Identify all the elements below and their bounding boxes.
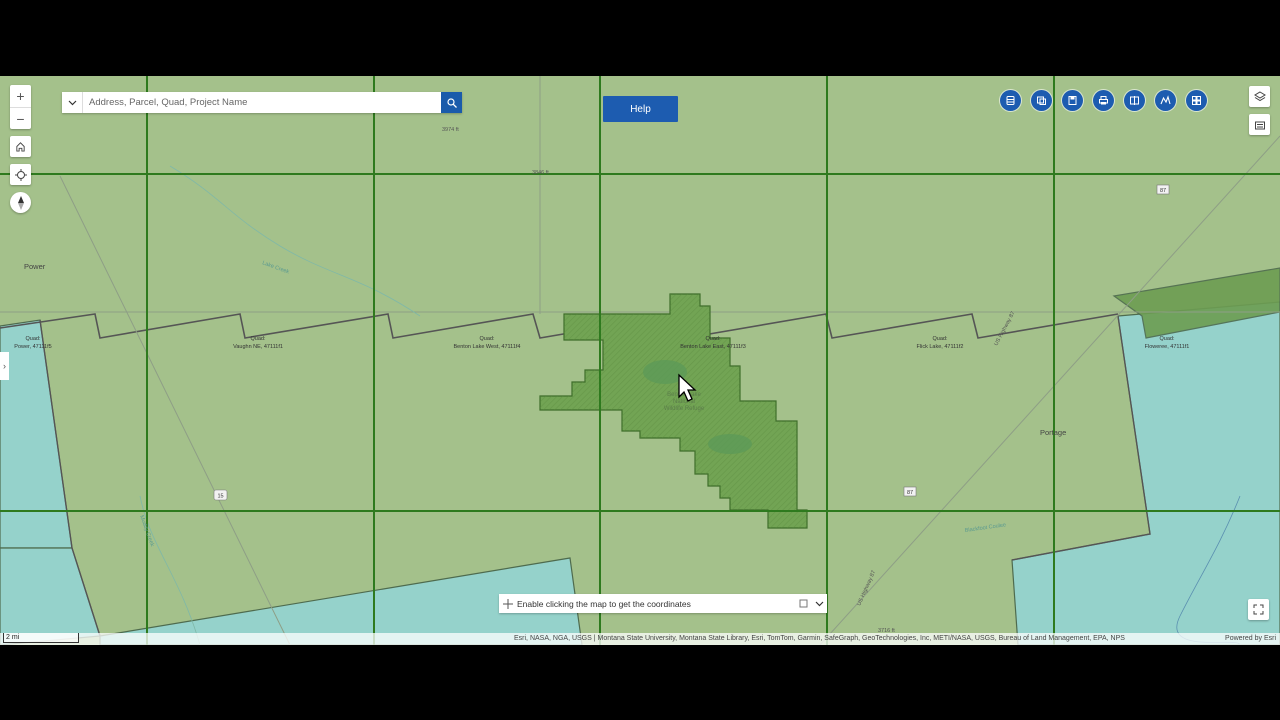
fullscreen-button[interactable] bbox=[1248, 599, 1269, 620]
quad-label-title: Quad: bbox=[26, 336, 41, 342]
place-label-portage: Portage bbox=[1040, 428, 1066, 437]
basemap-gallery-button[interactable] bbox=[1000, 90, 1021, 111]
compass-icon bbox=[17, 195, 24, 210]
coordinates-widget: Enable clicking the map to get the coord… bbox=[499, 594, 827, 613]
swipe-icon bbox=[1130, 96, 1139, 105]
grid-icon bbox=[1192, 96, 1201, 105]
database-icon bbox=[1006, 96, 1015, 105]
quad-label-title: Quad: bbox=[480, 336, 495, 342]
lake-area bbox=[708, 434, 752, 454]
map-canvas[interactable]: Power Portage Quad: Power, 47111f5 Quad:… bbox=[0, 76, 1280, 645]
compass-button[interactable] bbox=[10, 192, 31, 213]
print-icon bbox=[1099, 96, 1108, 105]
elevation-label: 3846 ft bbox=[532, 170, 549, 176]
refuge-label-line3: Wildlife Refuge bbox=[664, 406, 705, 412]
road-shield-87: 87 bbox=[903, 486, 917, 497]
quad-label-title: Quad: bbox=[933, 336, 948, 342]
layers-icon bbox=[1253, 90, 1266, 101]
zoom-out-button[interactable]: − bbox=[10, 108, 31, 130]
quad-label-title: Quad: bbox=[251, 336, 266, 342]
powered-by-esri[interactable]: Powered by Esri bbox=[1225, 633, 1276, 645]
search-icon bbox=[446, 97, 457, 108]
copy-coordinates-button[interactable] bbox=[795, 599, 811, 608]
locate-button[interactable] bbox=[10, 164, 31, 185]
quad-label-title: Quad: bbox=[706, 336, 721, 342]
fullscreen-icon bbox=[1253, 604, 1264, 615]
map-query-icon bbox=[1037, 96, 1046, 105]
coordinates-label[interactable]: Enable clicking the map to get the coord… bbox=[517, 599, 795, 609]
locate-icon bbox=[14, 168, 27, 181]
road-shield-label: 87 bbox=[907, 490, 913, 496]
copy-icon bbox=[799, 599, 807, 608]
road-shield-15: 15 bbox=[213, 489, 228, 501]
save-button[interactable] bbox=[1062, 90, 1083, 111]
quad-label-name: Power, 47111f5 bbox=[14, 344, 51, 350]
quad-label-name: Benton Lake East, 47111f3 bbox=[680, 344, 746, 350]
quad-label-name: Benton Lake West, 47111f4 bbox=[454, 344, 521, 350]
search-source-dropdown[interactable] bbox=[62, 92, 83, 113]
legend-button[interactable] bbox=[1249, 114, 1270, 135]
attribution-bar: Esri, NASA, NGA, USGS | Montana State Un… bbox=[0, 633, 1280, 645]
save-icon bbox=[1068, 96, 1077, 105]
grid-widget-button[interactable] bbox=[1186, 90, 1207, 111]
widget-toolbar bbox=[1000, 90, 1207, 111]
quad-label-name: Vaughn NE, 47111f1 bbox=[233, 344, 283, 350]
home-icon bbox=[16, 142, 25, 152]
refuge-label-line2: National bbox=[673, 399, 695, 405]
chevron-down-icon bbox=[68, 100, 76, 105]
swipe-button[interactable] bbox=[1124, 90, 1145, 111]
search-button[interactable] bbox=[441, 92, 462, 113]
zoom-controls: + − bbox=[10, 85, 31, 129]
home-button[interactable] bbox=[10, 136, 31, 157]
layers-button[interactable] bbox=[1249, 86, 1270, 107]
attribution-sources[interactable]: Esri, NASA, NGA, USGS | Montana State Un… bbox=[514, 633, 1214, 645]
quad-label-name: Floweree, 47111f1 bbox=[1145, 344, 1190, 350]
place-label-power: Power bbox=[24, 262, 46, 271]
panel-expand-button[interactable]: › bbox=[0, 352, 9, 380]
quad-label-title: Quad: bbox=[1160, 336, 1175, 342]
crosshair-icon bbox=[499, 598, 517, 609]
quad-label-name: Flick Lake, 47111f2 bbox=[917, 344, 964, 350]
chevron-right-icon: › bbox=[3, 361, 6, 371]
help-button[interactable]: Help bbox=[603, 96, 678, 122]
road-shield-label: 87 bbox=[1160, 188, 1166, 194]
road-shield-87: 87 bbox=[1156, 184, 1170, 195]
elevation-profile-icon bbox=[1160, 95, 1171, 105]
query-button[interactable] bbox=[1031, 90, 1052, 111]
search-input[interactable] bbox=[83, 92, 441, 113]
chevron-down-icon bbox=[815, 601, 823, 606]
print-button[interactable] bbox=[1093, 90, 1114, 111]
road-shield-label: 15 bbox=[217, 494, 223, 500]
zoom-in-button[interactable]: + bbox=[10, 85, 31, 108]
elevation-profile-button[interactable] bbox=[1155, 90, 1176, 111]
map-app: Power Portage Quad: Power, 47111f5 Quad:… bbox=[0, 76, 1280, 645]
scale-bar: 2 mi bbox=[3, 633, 79, 643]
elevation-label: 3974 ft bbox=[442, 127, 459, 133]
search-bar bbox=[62, 92, 462, 113]
legend-icon bbox=[1254, 121, 1265, 129]
coordinates-options-dropdown[interactable] bbox=[811, 601, 827, 607]
